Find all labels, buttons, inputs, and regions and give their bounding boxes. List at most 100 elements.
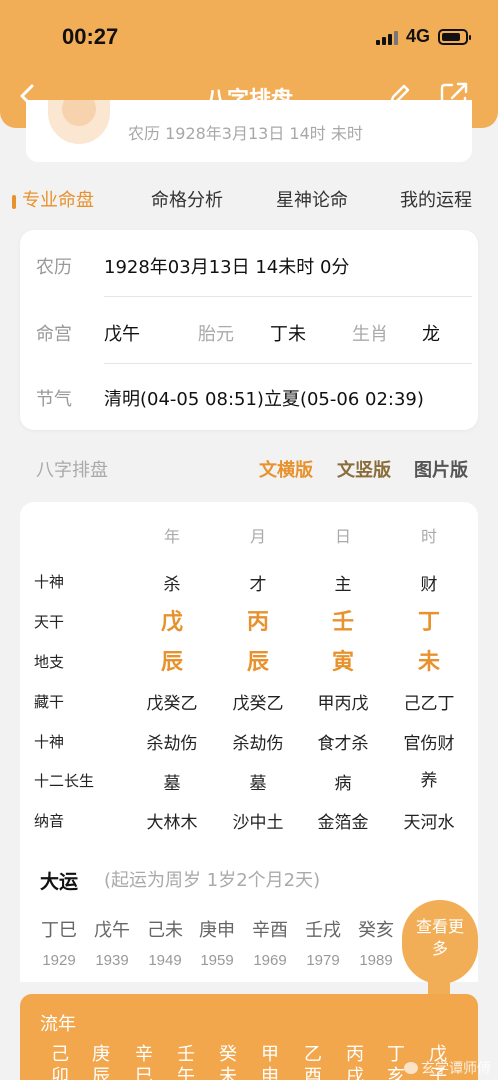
tab-my-fortune[interactable]: 我的运程 [400, 186, 472, 212]
status-time: 00:27 [62, 24, 119, 49]
table-cell: 甲丙戊 [317, 694, 369, 714]
dayun-pillar[interactable]: 戊午 [88, 916, 136, 942]
heavenly-stem-hour: 丁 [417, 610, 440, 635]
heavenly-stem-month: 丙 [246, 610, 269, 635]
lunar-row: 农历 1928年03月13日 14未时 0分 [20, 230, 478, 296]
table-cell: 戊癸乙 [232, 694, 284, 714]
heavenly-stem-day: 壬 [331, 610, 354, 635]
basic-info-card: 农历 1928年03月13日 14未时 0分 命宫 戊午 胎元 丁未 生肖 龙 … [20, 230, 478, 430]
table-cell: 天河水 [403, 813, 455, 833]
view-horizontal-button[interactable]: 文横版 [259, 456, 313, 482]
dayun-year: 1979 [306, 952, 340, 969]
liunian-title: 流年 [40, 1014, 76, 1035]
table-cell: 财 [420, 575, 438, 595]
view-more-label: 查看更 [415, 917, 464, 936]
lunar-value: 1928年03月13日 14未时 0分 [104, 257, 350, 278]
column-header-month: 月 [249, 527, 266, 546]
dayun-year: 1989 [359, 952, 393, 969]
view-vertical-button[interactable]: 文竖版 [337, 456, 391, 482]
status-indicators: 4G [375, 26, 471, 47]
liunian-item[interactable]: 甲申 [255, 1044, 285, 1080]
weibo-icon [404, 1062, 418, 1074]
dayun-year: 1949 [148, 952, 182, 969]
column-header-year: 年 [163, 527, 180, 546]
table-cell: 墓 [163, 774, 181, 794]
jieqi-label: 节气 [36, 389, 72, 410]
table-cell: 才 [249, 575, 267, 595]
earthly-branch-month: 辰 [246, 650, 269, 675]
column-header-hour: 时 [420, 527, 437, 546]
table-cell: 食才杀 [317, 734, 369, 754]
dayun-year: 1969 [253, 952, 287, 969]
table-cell: 主 [334, 575, 352, 595]
network-label: 4G [405, 26, 430, 46]
shengxiao-label: 生肖 [352, 324, 388, 345]
dayun-pillar[interactable]: 庚申 [193, 916, 241, 942]
dayun-start-note: (起运为周岁 1岁2个月2天) [104, 870, 321, 891]
jieqi-row: 节气 清明(04-05 08:51)立夏(05-06 02:39) [20, 364, 478, 430]
bazi-table-card [20, 502, 478, 852]
dayun-year: 1959 [200, 952, 234, 969]
dayun-title: 大运 [40, 871, 79, 893]
dayun-pillar[interactable]: 壬戌 [299, 916, 347, 942]
profile-summary: 农历 1928年3月13日 14时 未时 [128, 124, 363, 143]
battery-icon [438, 28, 471, 45]
tab-destiny-analysis[interactable]: 命格分析 [151, 186, 223, 212]
minggong-label: 命宫 [36, 324, 72, 345]
dayun-year: 1939 [95, 952, 129, 969]
table-cell: 杀劫伤 [232, 734, 284, 754]
section-title: 八字排盘 [36, 460, 108, 481]
row-label-canggan: 藏干 [34, 693, 65, 711]
jieqi-value: 清明(04-05 08:51)立夏(05-06 02:39) [104, 389, 424, 410]
view-image-button[interactable]: 图片版 [414, 456, 468, 482]
tab-bar: 专业命盘 命格分析 星神论命 我的运程 [0, 186, 498, 216]
lunar-label: 农历 [36, 257, 72, 278]
table-cell: 己乙丁 [403, 694, 455, 714]
dayun-pillar[interactable]: 己未 [141, 916, 189, 942]
table-cell: 沙中土 [232, 813, 284, 833]
view-more-button[interactable]: 查看更 多 [402, 900, 478, 984]
liunian-item[interactable]: 庚辰 [86, 1044, 116, 1080]
shengxiao-value: 龙 [422, 324, 440, 345]
table-cell: 官伤财 [403, 734, 455, 754]
liunian-item[interactable]: 乙酉 [298, 1044, 328, 1080]
profile-card[interactable]: 农历 1928年3月13日 14时 未时 [26, 100, 472, 162]
heavenly-stem-year: 戊 [160, 610, 183, 635]
liunian-item[interactable]: 丙戌 [340, 1044, 370, 1080]
minggong-value: 戊午 [104, 324, 140, 345]
dayun-pillar[interactable]: 辛酉 [246, 916, 294, 942]
signal-icon [375, 29, 398, 45]
row-label-tiangan: 天干 [34, 613, 65, 631]
earthly-branch-year: 辰 [160, 650, 183, 675]
table-cell: 金箔金 [317, 813, 369, 833]
column-header-day: 日 [334, 527, 351, 546]
dayun-pillar[interactable]: 丁巳 [35, 916, 83, 942]
row-label-shishen-hidden: 十神 [34, 733, 65, 751]
bazi-section-header: 八字排盘 文横版 文竖版 图片版 [0, 456, 498, 486]
taiyuan-label: 胎元 [198, 324, 234, 345]
row-label-changsheng: 十二长生 [34, 772, 95, 790]
liunian-item[interactable]: 癸未 [213, 1044, 243, 1080]
taiyuan-value: 丁未 [270, 324, 306, 345]
dayun-year: 1929 [42, 952, 76, 969]
table-cell: 戊癸乙 [146, 694, 198, 714]
earthly-branch-day: 寅 [331, 650, 354, 675]
table-cell: 病 [334, 774, 352, 794]
avatar [48, 100, 110, 144]
row-label-nayin: 纳音 [34, 812, 65, 830]
table-cell: 杀 [163, 575, 181, 595]
liunian-item[interactable]: 壬午 [171, 1044, 201, 1080]
table-cell: 养 [420, 771, 438, 791]
watermark-text: 玄学谭师傅 [421, 1061, 491, 1077]
dayun-pillar[interactable]: 癸亥 [352, 916, 400, 942]
row-label-dizhi: 地支 [34, 653, 65, 671]
view-more-label-2: 多 [431, 939, 448, 958]
tab-professional-chart[interactable]: 专业命盘 [22, 186, 94, 212]
watermark: 玄学谭师傅 [404, 1058, 491, 1078]
table-cell: 杀劫伤 [146, 734, 198, 754]
row-label-shishen: 十神 [34, 573, 65, 591]
liunian-item[interactable]: 己卯 [45, 1044, 75, 1080]
tab-star-deity[interactable]: 星神论命 [276, 186, 348, 212]
liunian-item[interactable]: 辛巳 [129, 1044, 159, 1080]
earthly-branch-hour: 未 [417, 650, 440, 675]
